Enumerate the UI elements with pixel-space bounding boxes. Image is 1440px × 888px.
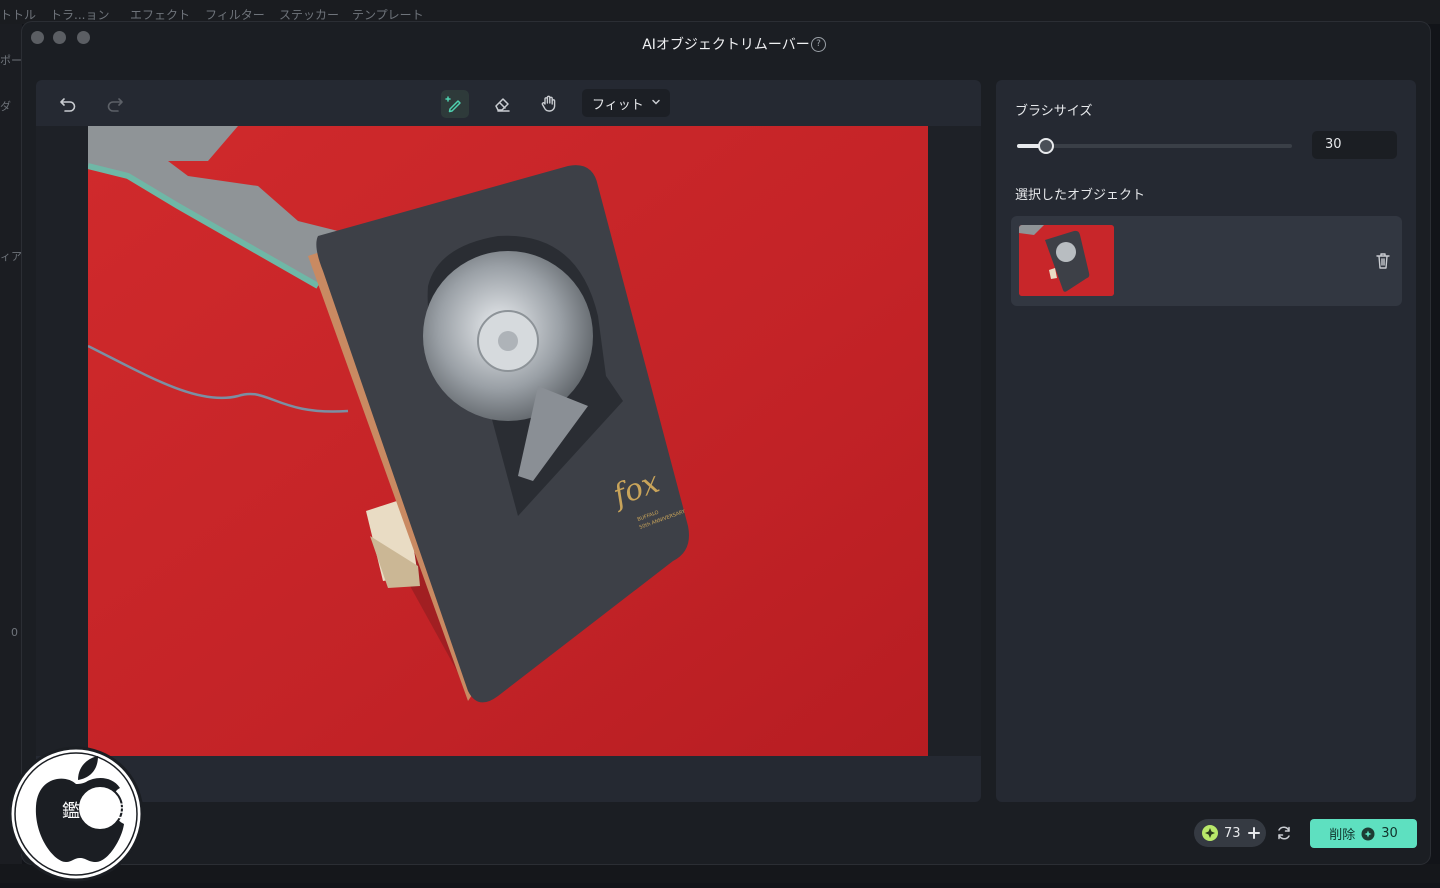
bg-menu-item: フィルター (205, 8, 265, 22)
redo-icon[interactable] (101, 90, 129, 118)
background-menu-bar: トトル トラ...ョン エフェクト フィルター ステッカー テンプレート (0, 0, 1440, 24)
fit-dropdown-label: フィット (592, 97, 644, 113)
bg-side-text: ィア (0, 250, 22, 263)
photo-preview[interactable]: fox BUFFALO 50th ANNIVERSARY (88, 126, 928, 756)
chevron-down-icon (652, 99, 660, 105)
brush-icon[interactable] (441, 90, 469, 118)
bg-side-text: ポー (0, 54, 22, 67)
dialog-title: AIオブジェクトリムーバー (642, 37, 810, 53)
slider-handle[interactable] (1037, 138, 1054, 154)
watermark-text: 鑑 済 定 (62, 801, 127, 822)
hand-icon[interactable] (535, 90, 563, 118)
selected-object-item[interactable] (1011, 216, 1402, 306)
bg-menu-item: ステッカー (279, 8, 340, 22)
brush-size-slider[interactable] (1017, 138, 1292, 154)
bg-side-text: 0 (11, 626, 18, 639)
credit-icon (1202, 825, 1218, 841)
bg-side-text: ダ (0, 100, 11, 113)
trash-icon[interactable] (1374, 251, 1392, 275)
refresh-icon[interactable] (1276, 825, 1292, 845)
bg-menu-item: トラ...ョン (50, 8, 110, 22)
editor-panel: フィット fox BUFFALO 50th ANNIVERSARY (36, 80, 981, 802)
apple-watermark-logo: 鑑 済 定 (8, 744, 148, 884)
credits-badge[interactable]: 73 (1194, 819, 1266, 847)
credit-count: 73 (1224, 825, 1241, 841)
bg-menu-item: トトル (0, 8, 37, 22)
remove-button[interactable]: 削除 30 (1310, 819, 1417, 848)
fit-dropdown[interactable]: フィット (582, 89, 670, 117)
eraser-icon[interactable] (488, 90, 516, 118)
help-icon[interactable]: ? (811, 37, 826, 52)
image-canvas[interactable]: fox BUFFALO 50th ANNIVERSARY (36, 126, 981, 756)
credit-icon (1361, 827, 1375, 840)
settings-panel: ブラシサイズ 30 選択したオブジェクト (996, 80, 1416, 802)
remove-button-label: 削除 (1329, 828, 1356, 843)
brush-size-input[interactable]: 30 (1312, 131, 1397, 159)
remove-cost: 30 (1381, 826, 1398, 841)
bg-menu-item: テンプレート (352, 8, 424, 22)
background-bottom (0, 864, 1440, 883)
object-thumbnail (1019, 225, 1114, 296)
selected-objects-label: 選択したオブジェクト (1015, 188, 1146, 203)
add-credits-icon[interactable] (1247, 826, 1261, 840)
ai-object-remover-dialog: AIオブジェクトリムーバー ? フィット fox BUFFALO 50th AN… (22, 22, 1430, 864)
bg-menu-item: エフェクト (130, 8, 191, 22)
brush-size-label: ブラシサイズ (1015, 104, 1093, 119)
undo-icon[interactable] (54, 90, 82, 118)
